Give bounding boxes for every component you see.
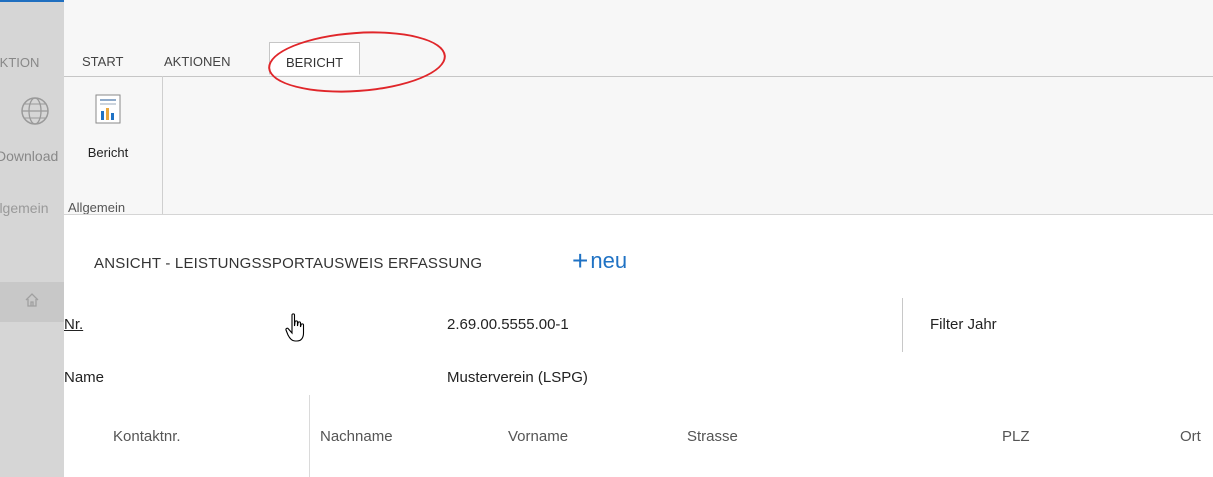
name-value: Musterverein (LSPG) — [447, 369, 588, 386]
filter-divider — [902, 298, 903, 352]
home-icon — [25, 293, 39, 307]
home-nav-item[interactable] — [0, 282, 64, 322]
ribbon-divider — [64, 214, 1213, 215]
ghost-download-label: Download — [0, 148, 59, 164]
left-overlay-panel: AKTION Download Allgemein — [0, 2, 64, 477]
ribbon-group-label: Allgemein — [68, 200, 126, 215]
ribbon-group-allgemein: Bericht Allgemein — [64, 76, 163, 215]
column-header-kontaktnr[interactable]: Kontaktnr. — [113, 428, 181, 445]
report-button-label: Bericht — [87, 145, 129, 160]
view-title: ANSICHT - LEISTUNGSSPORTAUSWEIS ERFASSUN… — [94, 255, 483, 272]
nr-value: 2.69.00.5555.00-1 — [447, 316, 569, 333]
plus-icon: + — [572, 245, 589, 276]
column-header-ort[interactable]: Ort — [1180, 428, 1201, 445]
nr-label-link[interactable]: Nr. — [64, 316, 83, 333]
tab-aktionen[interactable]: AKTIONEN — [164, 54, 230, 69]
column-header-plz[interactable]: PLZ — [1002, 428, 1030, 445]
new-record-button[interactable]: +neu — [572, 245, 627, 277]
ribbon-background — [64, 0, 1213, 215]
name-label: Name — [64, 369, 105, 386]
ghost-tab-label: AKTION — [0, 55, 40, 70]
table-column-divider — [309, 395, 310, 477]
ribbon-tab-bar: START AKTIONEN BERICHT — [64, 42, 1213, 77]
column-header-vorname[interactable]: Vorname — [508, 428, 568, 445]
globe-icon — [21, 97, 49, 125]
tab-start[interactable]: START — [82, 54, 123, 69]
column-header-strasse[interactable]: Strasse — [687, 428, 738, 445]
filter-year-label[interactable]: Filter Jahr — [930, 316, 997, 333]
report-chart-icon — [95, 94, 121, 124]
report-button[interactable]: Bericht — [78, 94, 138, 174]
new-record-label: neu — [590, 248, 628, 273]
ghost-group-label: Allgemein — [0, 200, 49, 216]
column-header-nachname[interactable]: Nachname — [320, 428, 393, 445]
hand-pointer-cursor-icon — [285, 313, 305, 342]
